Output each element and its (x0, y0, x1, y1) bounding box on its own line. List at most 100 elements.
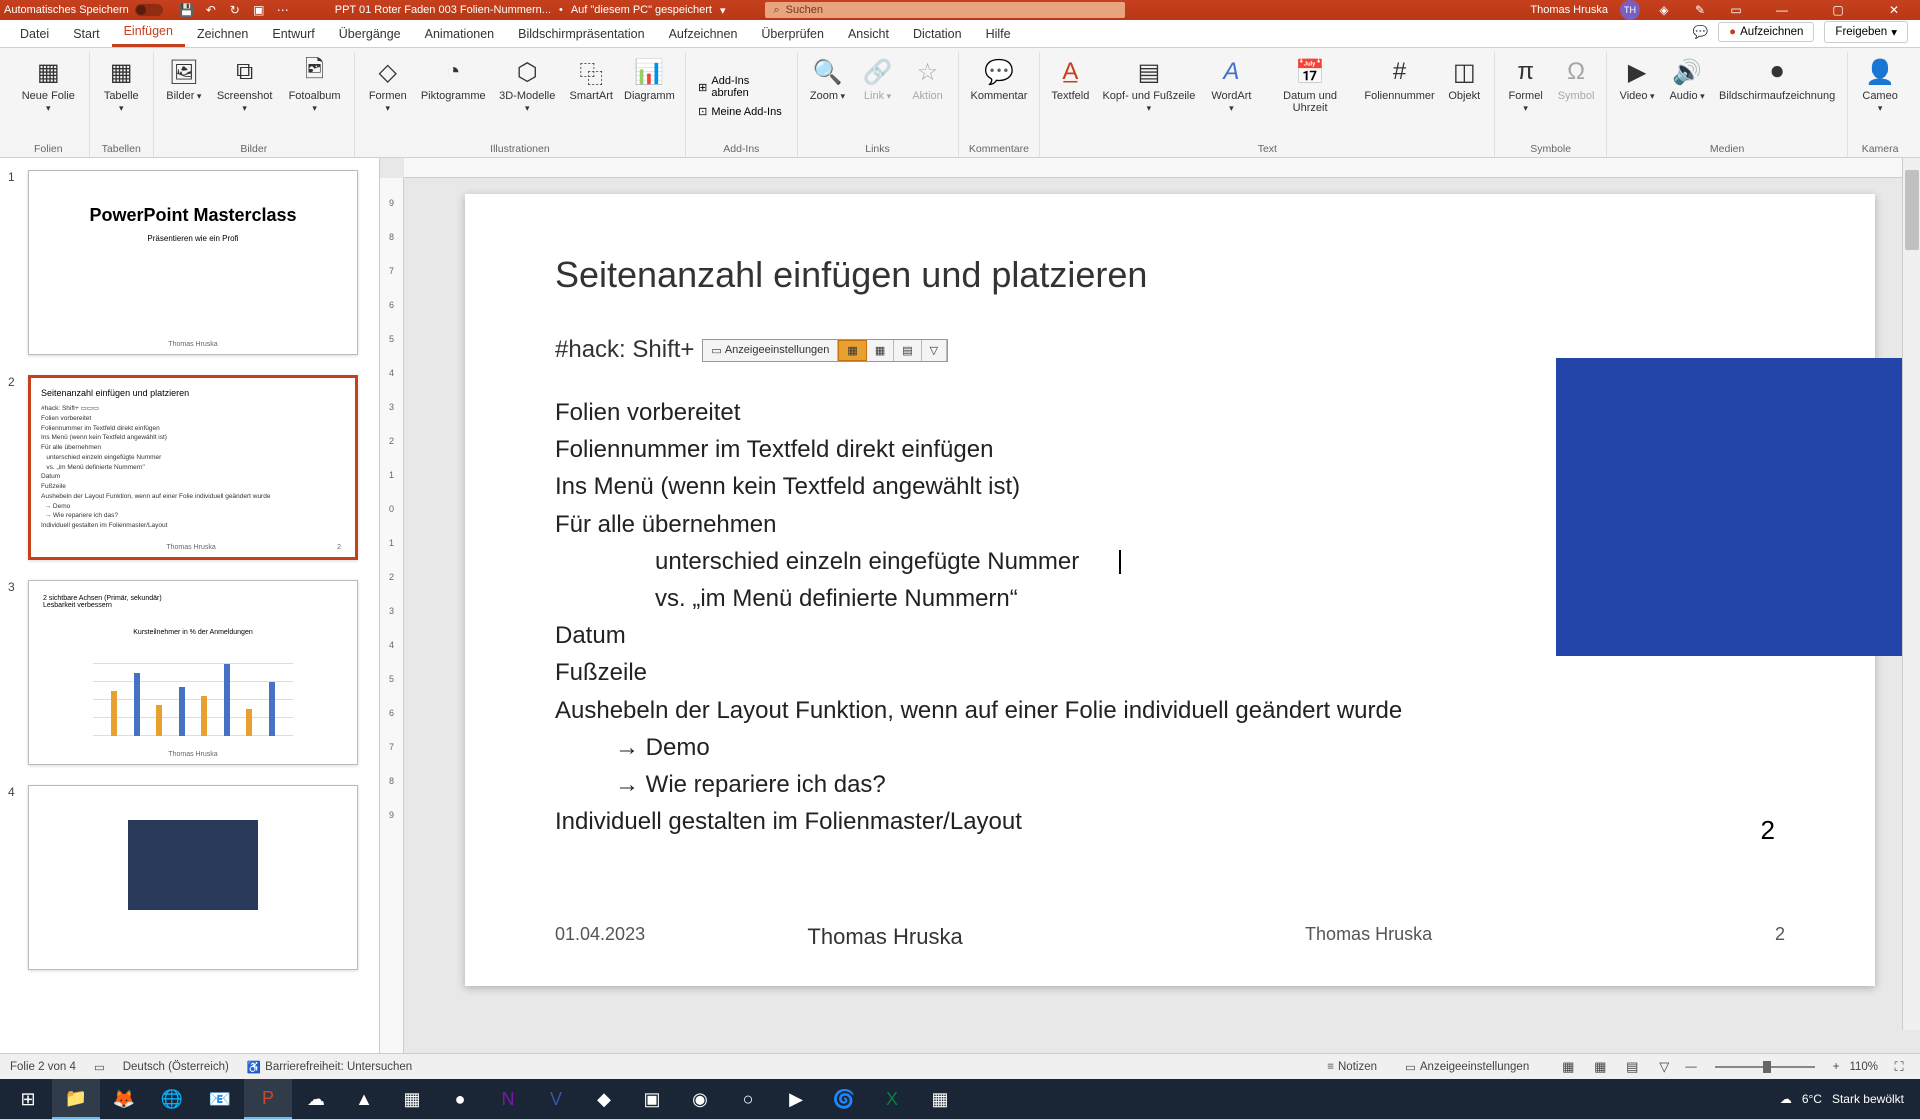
screenrecord-button[interactable]: ⏺Bildschirmaufzeichnung (1713, 52, 1841, 106)
toggle-switch-icon[interactable] (135, 4, 163, 16)
tab-start[interactable]: Start (61, 21, 111, 47)
excel-icon[interactable]: X (868, 1079, 916, 1119)
tab-zeichnen[interactable]: Zeichnen (185, 21, 260, 47)
thumbnail-2[interactable]: 2 Seitenanzahl einfügen und platzieren #… (0, 371, 379, 576)
3dmodels-button[interactable]: ⬡3D-Modelle (492, 52, 563, 118)
zoom-level[interactable]: 110% (1849, 1061, 1878, 1073)
app6-icon[interactable]: ○ (724, 1079, 772, 1119)
header-footer-button[interactable]: ▤Kopf- und Fußzeile (1096, 52, 1201, 118)
comment-button[interactable]: 💬Kommentar (965, 52, 1034, 106)
app2-icon[interactable]: ▦ (388, 1079, 436, 1119)
vertical-scrollbar[interactable] (1902, 158, 1920, 1030)
obs-icon[interactable]: ◉ (676, 1079, 724, 1119)
thumbnail-panel[interactable]: 1 PowerPoint Masterclass Präsentieren wi… (0, 158, 380, 1053)
app3-icon[interactable]: ● (436, 1079, 484, 1119)
shapes-button[interactable]: ◇Formen (361, 52, 415, 118)
user-avatar[interactable]: TH (1620, 0, 1640, 20)
new-slide-button[interactable]: ▦Neue Folie (14, 52, 83, 118)
tab-animationen[interactable]: Animationen (413, 21, 507, 47)
notes-button[interactable]: ≡ Notizen (1327, 1061, 1377, 1073)
edge-icon[interactable]: 🌀 (820, 1079, 868, 1119)
get-addins-button[interactable]: ⊞ Add-Ins abrufen (692, 73, 790, 101)
icons-button[interactable]: ◔Piktogramme (417, 52, 490, 106)
tab-ueberpruefen[interactable]: Überprüfen (749, 21, 836, 47)
photoalbum-button[interactable]: 🖻Fotoalbum (281, 52, 347, 118)
sorter-view-icon[interactable]: ▦ (1589, 1058, 1611, 1076)
powerpoint-icon[interactable]: P (244, 1079, 292, 1119)
object-button[interactable]: ◫Objekt (1440, 52, 1488, 106)
slideshow-view-icon[interactable]: ▽ (1653, 1058, 1675, 1076)
smartart-button[interactable]: ⿻SmartArt (565, 52, 618, 106)
pen-icon[interactable]: ✎ (1691, 1, 1709, 19)
my-addins-button[interactable]: ⊡ Meine Add-Ins (692, 103, 788, 120)
more-icon[interactable]: ⋯ (274, 1, 292, 19)
tab-datei[interactable]: Datei (8, 21, 61, 47)
diamond-icon[interactable]: ◈ (1655, 1, 1673, 19)
tab-aufzeichnen[interactable]: Aufzeichnen (657, 21, 750, 47)
autosave-toggle[interactable]: Automatisches Speichern (4, 4, 163, 16)
tab-uebergaenge[interactable]: Übergänge (327, 21, 413, 47)
window-icon[interactable]: ▭ (1727, 1, 1745, 19)
normal-view-icon[interactable]: ▦ (1557, 1058, 1579, 1076)
video-button[interactable]: ▶Video (1613, 52, 1661, 106)
wordart-button[interactable]: AWordArt (1203, 52, 1259, 118)
onenote-icon[interactable]: N (484, 1079, 532, 1119)
thumbnail-4[interactable]: 4 (0, 781, 379, 986)
app4-icon[interactable]: ◆ (580, 1079, 628, 1119)
scrollbar-thumb[interactable] (1905, 170, 1919, 250)
pictures-button[interactable]: 🖼Bilder (160, 52, 208, 106)
thumbnail-1[interactable]: 1 PowerPoint Masterclass Präsentieren wi… (0, 166, 379, 371)
vlc-icon[interactable]: ▲ (340, 1079, 388, 1119)
equation-button[interactable]: πFormel (1501, 52, 1550, 118)
maximize-button[interactable]: ▢ (1816, 0, 1860, 20)
tab-dictation[interactable]: Dictation (901, 21, 974, 47)
cameo-button[interactable]: 👤Cameo (1854, 52, 1906, 118)
app5-icon[interactable]: ▣ (628, 1079, 676, 1119)
redo-icon[interactable]: ↻ (226, 1, 244, 19)
zoom-app-icon[interactable]: ▶ (772, 1079, 820, 1119)
minimize-button[interactable]: — (1760, 0, 1804, 20)
textbox-button[interactable]: A̲Textfeld (1046, 52, 1094, 106)
chrome-icon[interactable]: 🌐 (148, 1079, 196, 1119)
document-title[interactable]: PPT 01 Roter Faden 003 Folien-Nummern...… (335, 4, 726, 17)
screenshot-button[interactable]: ⧉Screenshot (210, 52, 280, 118)
zoom-slider[interactable] (1715, 1066, 1815, 1068)
accessibility-icon[interactable]: ▭ (94, 1060, 105, 1074)
system-tray[interactable]: ☁ 6°C Stark bewölkt (1780, 1092, 1916, 1106)
chart-button[interactable]: 📊Diagramm (620, 52, 680, 106)
camera-overlay[interactable] (1556, 358, 1920, 656)
close-button[interactable]: ✕ (1872, 0, 1916, 20)
firefox-icon[interactable]: 🦊 (100, 1079, 148, 1119)
record-button[interactable]: Aufzeichnen (1718, 22, 1814, 42)
equation-icon: π (1510, 56, 1542, 88)
tab-bildschirm[interactable]: Bildschirmpräsentation (506, 21, 656, 47)
comments-icon[interactable]: 💬 (1693, 25, 1709, 40)
audio-button[interactable]: 🔊Audio (1663, 52, 1711, 106)
reading-view-icon[interactable]: ▤ (1621, 1058, 1643, 1076)
explorer-icon[interactable]: 📁 (52, 1079, 100, 1119)
tab-hilfe[interactable]: Hilfe (974, 21, 1023, 47)
search-input[interactable]: Suchen (765, 2, 1125, 18)
thumbnail-3[interactable]: 3 2 sichtbare Achsen (Primär, sekundär)L… (0, 576, 379, 781)
language-indicator[interactable]: Deutsch (Österreich) (123, 1061, 229, 1073)
zoom-button[interactable]: 🔍Zoom (804, 52, 852, 106)
datetime-button[interactable]: 📅Datum und Uhrzeit (1261, 52, 1358, 118)
slideshow-icon[interactable]: ▣ (250, 1, 268, 19)
app7-icon[interactable]: ▦ (916, 1079, 964, 1119)
tab-ansicht[interactable]: Ansicht (836, 21, 901, 47)
slide-title[interactable]: Seitenanzahl einfügen und platzieren (555, 254, 1785, 296)
fit-window-icon[interactable]: ⛶ (1888, 1058, 1910, 1076)
outlook-icon[interactable]: 📧 (196, 1079, 244, 1119)
slidenumber-button[interactable]: #Foliennummer (1361, 52, 1438, 106)
accessibility-check[interactable]: ♿ Barrierefreiheit: Untersuchen (247, 1060, 412, 1074)
visio-icon[interactable]: V (532, 1079, 580, 1119)
start-button[interactable]: ⊞ (4, 1079, 52, 1119)
undo-icon[interactable]: ↶ (202, 1, 220, 19)
display-settings-button[interactable]: ▭ Anzeigeeinstellungen (1405, 1060, 1529, 1074)
share-button[interactable]: Freigeben ▾ (1824, 21, 1908, 43)
table-button[interactable]: ▦Tabelle (96, 52, 147, 118)
tab-einfuegen[interactable]: Einfügen (112, 18, 185, 47)
app-icon[interactable]: ☁ (292, 1079, 340, 1119)
save-icon[interactable]: 💾 (178, 1, 196, 19)
tab-entwurf[interactable]: Entwurf (260, 21, 326, 47)
